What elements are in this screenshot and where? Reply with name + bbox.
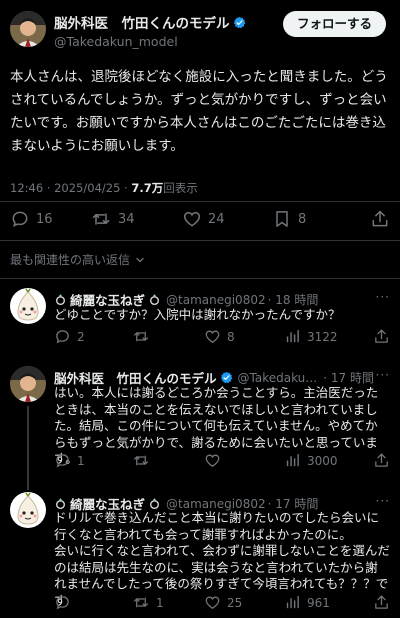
ring-emoji-icon — [150, 294, 159, 306]
repost-button[interactable]: 34 — [90, 209, 182, 229]
reply-avatar[interactable] — [10, 288, 46, 324]
reply-count: 16 — [36, 211, 53, 227]
more-options-icon[interactable]: ··· — [376, 290, 390, 304]
ring-emoji-icon — [56, 498, 65, 510]
reply-button[interactable]: 16 — [10, 209, 90, 229]
like-count: 25 — [227, 595, 243, 610]
reply-action-bar: 2 8 3122 — [54, 328, 390, 345]
author-display-name-row: 脳外科医 竹田くんのモデル — [54, 12, 246, 32]
heart-icon — [205, 596, 220, 609]
share-button[interactable] — [373, 594, 390, 611]
verified-badge-icon — [233, 16, 245, 28]
bookmark-button[interactable]: 8 — [272, 209, 332, 229]
author-avatar[interactable] — [10, 11, 46, 47]
ring-emoji-icon — [56, 294, 65, 306]
share-icon — [372, 210, 388, 227]
reply-icon — [56, 330, 69, 344]
heart-icon — [205, 454, 220, 467]
view-count-value: 3000 — [307, 453, 338, 468]
analytics-icon — [286, 454, 299, 467]
repost-count: 1 — [156, 595, 164, 610]
reply-count: 2 — [77, 329, 85, 344]
reply-button[interactable]: 2 — [54, 328, 132, 345]
like-button[interactable]: 25 — [204, 594, 284, 611]
heart-icon — [183, 211, 201, 227]
author-display-name[interactable]: 脳外科医 竹田くんのモデル — [54, 12, 230, 32]
like-button[interactable]: 8 — [204, 328, 284, 345]
share-icon — [375, 595, 388, 609]
share-button[interactable] — [370, 209, 390, 229]
divider — [0, 201, 400, 202]
divider — [0, 278, 400, 279]
post-view-count: 7.7万 — [131, 181, 164, 195]
reply-sort-selector[interactable]: 最も関連性の高い返信 — [10, 251, 146, 268]
reply-time[interactable]: · 17 時間 — [323, 369, 374, 386]
view-count-value: 3122 — [307, 329, 338, 344]
more-options-icon[interactable]: ··· — [376, 494, 390, 508]
repost-button[interactable] — [132, 452, 204, 469]
reply-count: 1 — [77, 453, 85, 468]
ring-emoji-icon — [150, 498, 159, 510]
repost-icon — [133, 331, 149, 342]
share-button[interactable] — [373, 452, 390, 469]
view-count-value: 961 — [307, 595, 330, 610]
post-meta: 12:46 · 2025/04/25 · 7.7万回表示 — [10, 180, 198, 196]
reply-icon — [56, 596, 69, 610]
more-options-icon[interactable]: ··· — [376, 368, 390, 382]
repost-button[interactable] — [132, 328, 204, 345]
post-text: 本人さんは、退院後ほどなく施設に入ったと聞きました。どうされているんでしょうか。… — [10, 69, 388, 154]
repost-icon — [92, 213, 110, 225]
reply-item[interactable]: 綺麗な玉ねぎ @tamanegi0802 · 18 時間 ··· どゆことですか… — [0, 288, 400, 358]
analytics-icon — [286, 596, 299, 609]
like-button[interactable] — [204, 452, 284, 469]
view-count[interactable]: 3122 — [284, 328, 366, 345]
like-button[interactable]: 24 — [182, 209, 272, 229]
like-count: 8 — [227, 329, 235, 344]
reply-author-handle[interactable]: @tamanegi0802 — [166, 497, 266, 511]
share-icon — [375, 329, 388, 343]
author-handle[interactable]: @Takedakun_model — [54, 34, 246, 49]
verified-badge-icon — [220, 371, 232, 384]
bookmark-count: 8 — [298, 211, 307, 227]
follow-button[interactable]: フォローする — [282, 11, 386, 37]
reply-action-bar: 1 3000 — [54, 452, 390, 469]
post-action-bar: 16 34 24 8 — [10, 209, 390, 229]
reply-author-handle[interactable]: @tamanegi0802 — [166, 293, 266, 307]
reply-author-handle[interactable]: @Takedakun_... — [238, 371, 322, 385]
chevron-down-icon — [136, 257, 144, 262]
post-view-label: 回表示 — [163, 181, 198, 195]
reply-text: どゆことですか？入院中は謝れなかったんですか？ — [54, 307, 341, 322]
reply-item[interactable]: 綺麗な玉ねぎ @tamanegi0802 · 17 時間 ··· ドリルで巻き込… — [0, 492, 400, 618]
repost-count: 34 — [118, 211, 135, 227]
reply-item[interactable]: 脳外科医 竹田くんのモデル @Takedakun_... · 17 時間 ···… — [0, 366, 400, 486]
like-count: 24 — [208, 211, 225, 227]
thread-connector-line — [27, 406, 29, 490]
reply-button[interactable] — [54, 594, 132, 611]
reply-avatar[interactable] — [10, 492, 46, 528]
reply-button[interactable]: 1 — [54, 452, 132, 469]
repost-button[interactable]: 1 — [132, 594, 204, 611]
view-count[interactable]: 3000 — [284, 452, 366, 469]
divider — [0, 240, 400, 241]
reply-avatar[interactable] — [10, 366, 46, 402]
analytics-icon — [286, 330, 299, 343]
heart-icon — [205, 330, 220, 343]
reply-time[interactable]: · 18 時間 — [268, 291, 319, 308]
share-icon — [375, 453, 388, 467]
reply-icon — [56, 454, 69, 468]
view-count[interactable]: 961 — [284, 594, 366, 611]
post-timestamp[interactable]: 12:46 · 2025/04/25 · — [10, 181, 131, 195]
bookmark-icon — [276, 211, 288, 227]
post-author: 脳外科医 竹田くんのモデル @Takedakun_model フォローする — [10, 8, 390, 49]
reply-icon — [12, 211, 28, 228]
reply-sort-label: 最も関連性の高い返信 — [10, 253, 131, 267]
repost-icon — [133, 455, 149, 466]
reply-action-bar: 1 25 961 — [54, 594, 390, 611]
share-button[interactable] — [373, 328, 390, 345]
repost-icon — [133, 597, 149, 608]
